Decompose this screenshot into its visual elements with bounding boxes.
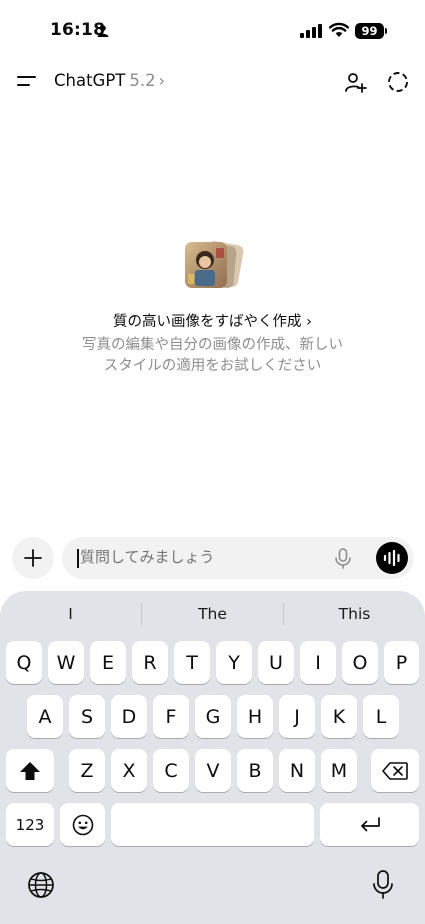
app-name: ChatGPT	[54, 71, 126, 90]
wifi-icon	[329, 22, 349, 37]
key[interactable]: R	[132, 641, 168, 684]
key[interactable]: M	[321, 749, 357, 792]
promo-title-link[interactable]: 質の高い画像をすばやく作成 ›	[0, 310, 425, 331]
promo-description-line-1: 写真の編集や自分の画像の作成、新しい	[82, 337, 343, 353]
text-caret	[77, 549, 79, 568]
voice-mode-button[interactable]	[376, 542, 408, 574]
app-header: ChatGPT 5.2 ›	[0, 62, 425, 102]
key[interactable]: I	[300, 641, 336, 684]
signal-icon	[300, 24, 322, 38]
key[interactable]: N	[279, 749, 315, 792]
globe-icon[interactable]	[27, 871, 55, 899]
key[interactable]: P	[384, 641, 419, 684]
suggestion-item[interactable]: I	[0, 605, 141, 623]
key[interactable]: T	[174, 641, 210, 684]
emoji-key[interactable]	[60, 803, 105, 846]
person-icon	[97, 25, 109, 37]
menu-icon[interactable]	[17, 73, 37, 89]
space-key[interactable]	[111, 803, 314, 846]
message-composer	[0, 536, 425, 580]
dictation-mic-icon[interactable]	[372, 870, 394, 900]
temporary-chat-icon[interactable]	[386, 70, 410, 94]
promo-image-stack[interactable]	[181, 238, 245, 296]
numbers-key[interactable]: 123	[6, 803, 54, 846]
delete-key[interactable]	[371, 749, 419, 792]
key[interactable]: A	[27, 695, 63, 738]
image-creation-promo: 質の高い画像をすばやく作成 › 写真の編集や自分の画像の作成、新しい スタイルの…	[0, 238, 425, 377]
key[interactable]: B	[237, 749, 273, 792]
key[interactable]: O	[342, 641, 378, 684]
key[interactable]: E	[90, 641, 126, 684]
key[interactable]: S	[69, 695, 105, 738]
key[interactable]: G	[195, 695, 231, 738]
chevron-right-icon: ›	[158, 71, 166, 90]
promo-description: 写真の編集や自分の画像の作成、新しい スタイルの適用をお試しください	[0, 335, 425, 377]
key[interactable]: Z	[69, 749, 105, 792]
voice-mode-icon	[383, 550, 400, 566]
keyboard-suggestions: I The This	[0, 591, 425, 637]
promo-artwork	[184, 241, 243, 288]
model-version: 5.2	[129, 71, 156, 90]
message-input[interactable]	[80, 548, 320, 566]
key[interactable]: Q	[6, 641, 42, 684]
add-person-icon[interactable]	[343, 70, 367, 94]
return-key[interactable]	[320, 803, 419, 846]
battery-tip	[385, 28, 387, 34]
emoji-icon	[72, 814, 93, 835]
suggestion-item[interactable]: The	[142, 605, 283, 623]
return-icon	[360, 816, 380, 831]
onscreen-keyboard: I The This Q W E R T Y U I O P A S D F G…	[0, 591, 425, 924]
battery-indicator: 99	[355, 23, 384, 39]
attach-button[interactable]	[12, 537, 54, 579]
status-bar: 16:18 99	[0, 0, 425, 62]
shift-key[interactable]	[6, 749, 54, 792]
key[interactable]: V	[195, 749, 231, 792]
message-input-box[interactable]	[62, 537, 414, 579]
key[interactable]: X	[111, 749, 147, 792]
model-selector[interactable]: ChatGPT 5.2 ›	[54, 71, 165, 90]
key[interactable]: W	[48, 641, 84, 684]
key[interactable]: D	[111, 695, 147, 738]
key[interactable]: Y	[216, 641, 252, 684]
key[interactable]: U	[258, 641, 294, 684]
key[interactable]: H	[237, 695, 273, 738]
key[interactable]: J	[279, 695, 315, 738]
delete-icon	[382, 761, 408, 780]
promo-description-line-2: スタイルの適用をお試しください	[103, 358, 322, 374]
suggestion-item[interactable]: This	[284, 605, 425, 623]
key[interactable]: C	[153, 749, 189, 792]
shift-icon	[20, 761, 40, 780]
mic-icon[interactable]	[332, 547, 354, 569]
key[interactable]: K	[321, 695, 357, 738]
plus-icon	[24, 549, 42, 567]
key[interactable]: F	[153, 695, 189, 738]
key[interactable]: L	[363, 695, 399, 738]
